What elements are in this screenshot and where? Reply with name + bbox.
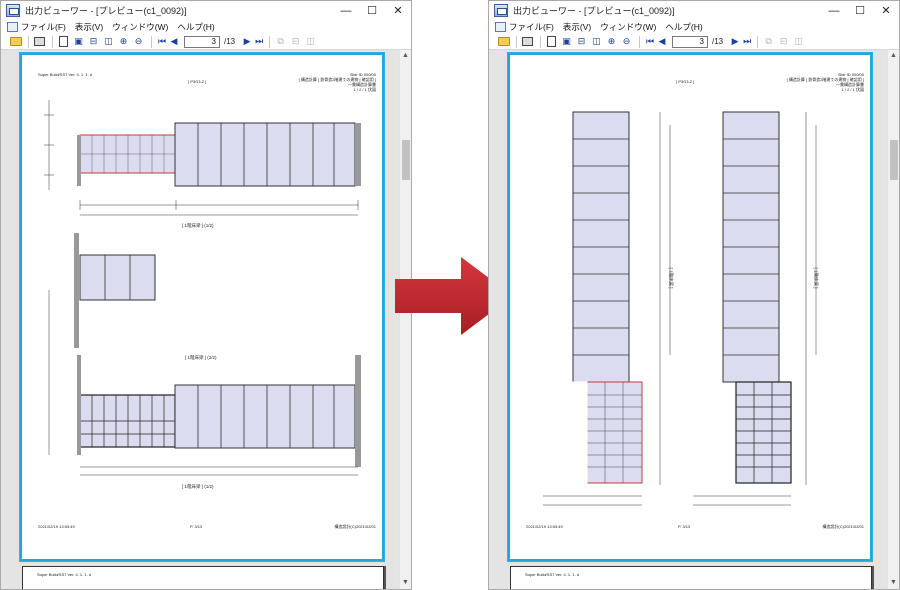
next-preview-page: Super Build/SS7 Ver. 4. 1. 1. d [22,566,384,589]
prev-page-icon[interactable]: ◀ [656,36,668,47]
floor-plan-drawing [543,111,817,506]
maximize-button[interactable]: ☐ [847,1,873,20]
preview-area[interactable]: [ P3G3-2 ] Bldr ID 000/00 [ 構造計算 ] 鉄骨造2階… [489,50,889,589]
preview-page: Super Build/SS7 Ver. 4. 1. 1. d [ P3G3-2… [19,52,385,562]
scroll-thumb[interactable] [402,140,410,180]
first-page-icon[interactable]: ⏮ [156,36,168,47]
section-caption: [ 1階床梁 ] [813,267,819,289]
menu-file[interactable]: ファイル(F) [509,21,554,33]
close-button[interactable]: ✕ [385,1,411,20]
menu-window[interactable]: ウィンドウ(W) [600,21,656,33]
fit-page-icon[interactable]: ▣ [72,36,85,48]
scroll-up-icon[interactable]: ▲ [400,50,411,62]
preview-page: [ P3G3-2 ] Bldr ID 000/00 [ 構造計算 ] 鉄骨造2階… [507,52,873,562]
open-icon[interactable] [497,36,510,48]
open-icon[interactable] [9,36,22,48]
scroll-down-icon[interactable]: ▼ [888,577,899,589]
fit-page-icon[interactable]: ▣ [560,36,573,48]
section-caption: [ 1階床梁 ] (1/2) [182,223,214,228]
page-total: /13 [712,37,724,46]
scroll-down-icon[interactable]: ▼ [400,577,411,589]
page-number-input[interactable]: 3 [184,35,220,48]
menu-file[interactable]: ファイル(F) [21,21,66,33]
maximize-button[interactable]: ☐ [359,1,385,20]
page-number-input[interactable]: 3 [672,35,708,48]
page-footer-left: 2021/02/19 13:53:49 [38,524,75,529]
next-preview-page: Super Build/SS7 Ver. 4. 1. 1. d [510,566,872,589]
section-caption: [ 1階床梁 ] (2/2) [185,355,217,360]
next-page-header: Super Build/SS7 Ver. 4. 1. 1. d [37,572,92,577]
viewer-app-icon [494,4,508,17]
minimize-button[interactable]: — [821,1,847,20]
window-title: 出力ビューワー - [プレビュー(c1_0092)] [513,6,675,16]
next-page-icon[interactable]: ▶ [241,36,253,47]
disabled-view-icon: ◫ [306,36,315,46]
preview-window-right: 出力ビューワー - [プレビュー(c1_0092)] — ☐ ✕ ファイル(F)… [488,0,900,590]
fit-width-icon[interactable]: ⊟ [87,36,100,48]
last-page-icon[interactable]: ⏭ [253,36,265,47]
vertical-scrollbar[interactable]: ▲ ▼ [887,50,899,589]
disabled-view-icon: ◫ [794,36,803,46]
two-page-icon[interactable]: ◫ [102,36,115,48]
section-caption: [ 1階床梁 ] [668,267,674,289]
next-page-icon[interactable]: ▶ [729,36,741,47]
toolbar: ▣ ⊟ ◫ ⊕ ⊖ ⏮ ◀ 3 /13 ▶ ⏭ ⧉ ⊟ ◫ [1,34,411,50]
scroll-thumb[interactable] [890,140,898,180]
title-bar: 出力ビューワー - [プレビュー(c1_0092)] — ☐ ✕ [1,1,411,20]
first-page-icon[interactable]: ⏮ [644,36,656,47]
page-footer-right: 構造設計(C)2021/02/01 [334,524,376,529]
page-setup-icon[interactable] [57,36,70,48]
menu-help[interactable]: ヘルプ(H) [177,21,214,33]
scroll-up-icon[interactable]: ▲ [888,50,899,62]
page-setup-icon[interactable] [545,36,558,48]
menu-bar: ファイル(F) 表示(V) ウィンドウ(W) ヘルプ(H) [489,20,899,34]
document-menu-icon[interactable] [7,22,18,32]
minimize-button[interactable]: — [333,1,359,20]
print-icon[interactable] [33,36,46,48]
disabled-view-icon: ⊟ [291,36,300,46]
page-footer-center: P. 3/13 [190,524,203,529]
disabled-view-icon: ⧉ [277,36,284,46]
menu-bar: ファイル(F) 表示(V) ウィンドウ(W) ヘルプ(H) [1,20,411,34]
viewer-app-icon [6,4,20,17]
disabled-view-icon: ⧉ [765,36,772,46]
section-caption: [ 1階床梁 ] (1/2) [182,484,214,489]
menu-help[interactable]: ヘルプ(H) [665,21,702,33]
fit-width-icon[interactable]: ⊟ [575,36,588,48]
close-button[interactable]: ✕ [873,1,899,20]
page-footer-left: 2021/02/19 13:53:49 [526,524,563,529]
document-menu-icon[interactable] [495,22,506,32]
page-total: /13 [224,37,236,46]
two-page-icon[interactable]: ◫ [590,36,603,48]
menu-window[interactable]: ウィンドウ(W) [112,21,168,33]
preview-window-left: 出力ビューワー - [プレビュー(c1_0092)] — ☐ ✕ ファイル(F)… [0,0,412,590]
next-page-header: Super Build/SS7 Ver. 4. 1. 1. d [525,572,580,577]
preview-area[interactable]: Super Build/SS7 Ver. 4. 1. 1. d [ P3G3-2… [1,50,401,589]
zoom-in-icon[interactable]: ⊕ [605,36,618,48]
zoom-out-icon[interactable]: ⊖ [620,36,633,48]
menu-view[interactable]: 表示(V) [75,21,103,33]
zoom-in-icon[interactable]: ⊕ [117,36,130,48]
zoom-out-icon[interactable]: ⊖ [132,36,145,48]
page-footer-center: P. 3/13 [678,524,691,529]
print-icon[interactable] [521,36,534,48]
disabled-view-icon: ⊟ [779,36,788,46]
prev-page-icon[interactable]: ◀ [168,36,180,47]
page-footer-right: 構造設計(C)2021/02/01 [822,524,864,529]
title-bar: 出力ビューワー - [プレビュー(c1_0092)] — ☐ ✕ [489,1,899,20]
window-title: 出力ビューワー - [プレビュー(c1_0092)] [25,6,187,16]
menu-view[interactable]: 表示(V) [563,21,591,33]
last-page-icon[interactable]: ⏭ [741,36,753,47]
toolbar: ▣ ⊟ ◫ ⊕ ⊖ ⏮ ◀ 3 /13 ▶ ⏭ ⧉ ⊟ ◫ [489,34,899,50]
